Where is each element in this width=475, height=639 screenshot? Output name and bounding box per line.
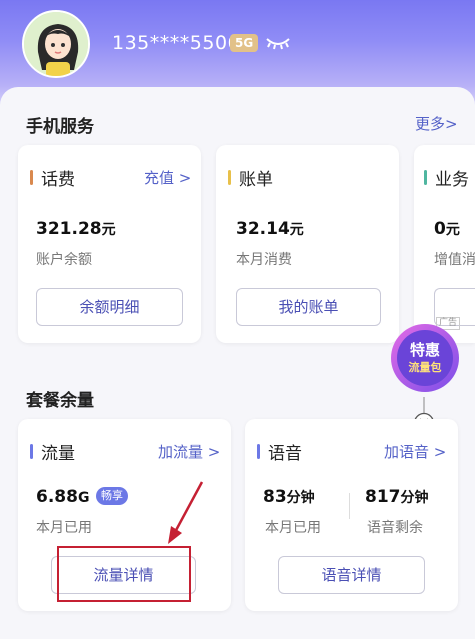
balance-card-header: 话费 [30,165,75,190]
data-card-title: 流量 [41,444,75,464]
data-used-amount: 6.88G [36,487,90,507]
bill-card-title: 账单 [239,170,273,190]
balance-detail-button[interactable]: 余额明细 [36,288,183,326]
recharge-link[interactable]: 充值 > [144,167,191,188]
voice-card-title: 语音 [268,444,302,464]
service-amount: 0元 [434,219,460,239]
accent-bar [30,170,33,185]
divider [349,493,350,519]
bill-card-header: 账单 [228,165,273,190]
data-used-label: 本月已用 [36,520,92,536]
eye-closed-icon[interactable] [265,33,291,51]
accent-bar [228,170,231,185]
promo-connector [423,397,425,413]
balance-label: 账户余额 [36,252,92,268]
voice-remaining-amount: 817分钟 [365,487,429,507]
accent-bar [424,170,427,185]
bill-card: 账单 32.14元 本月消费 我的账单 [216,145,399,343]
unlimited-badge: 畅享 [96,487,128,505]
mobile-service-title: 手机服务 [26,117,94,137]
voice-card-header: 语音 [257,439,302,464]
cartoon-girl-avatar-icon [24,12,88,76]
service-card-title: 业务 [435,170,469,190]
phone-number: 135****5506 [112,32,241,54]
balance-amount: 321.28元 [36,219,116,239]
voice-detail-button[interactable]: 语音详情 [278,556,425,594]
bill-amount: 32.14元 [236,219,304,239]
service-card-header: 业务 [424,165,469,190]
data-card-header: 流量 [30,439,75,464]
package-remaining-title: 套餐余量 [26,391,94,411]
avatar[interactable] [22,10,90,78]
add-voice-link[interactable]: 加语音 > [384,441,446,462]
accent-bar [30,444,33,459]
voice-remaining-label: 语音剩余 [367,520,423,536]
promo-line1: 特惠 [410,341,440,359]
network-5g-badge: 5G [230,34,259,52]
voice-usage-card: 语音 加语音 > 83分钟 本月已用 817分钟 语音剩余 语音详情 [245,419,458,611]
more-link[interactable]: 更多> [415,113,458,134]
promo-line2: 流量包 [409,360,442,374]
annotation-arrow-icon [168,481,204,544]
promo-data-pack-badge[interactable]: 特惠 流量包 [385,318,465,398]
service-label: 增值消 [434,252,475,268]
profile-header: 135****5506 5G [0,0,475,90]
voice-used-amount: 83分钟 [263,487,315,507]
accent-bar [257,444,260,459]
voice-used-label: 本月已用 [265,520,321,536]
balance-card-title: 话费 [41,170,75,190]
balance-card: 话费 充值 > 321.28元 账户余额 余额明细 [18,145,201,343]
highlight-box [57,546,191,602]
my-bill-button[interactable]: 我的账单 [236,288,381,326]
bill-label: 本月消费 [236,252,292,268]
service-card: 业务 0元 增值消 广告 [414,145,475,343]
add-data-link[interactable]: 加流量 > [158,441,220,462]
